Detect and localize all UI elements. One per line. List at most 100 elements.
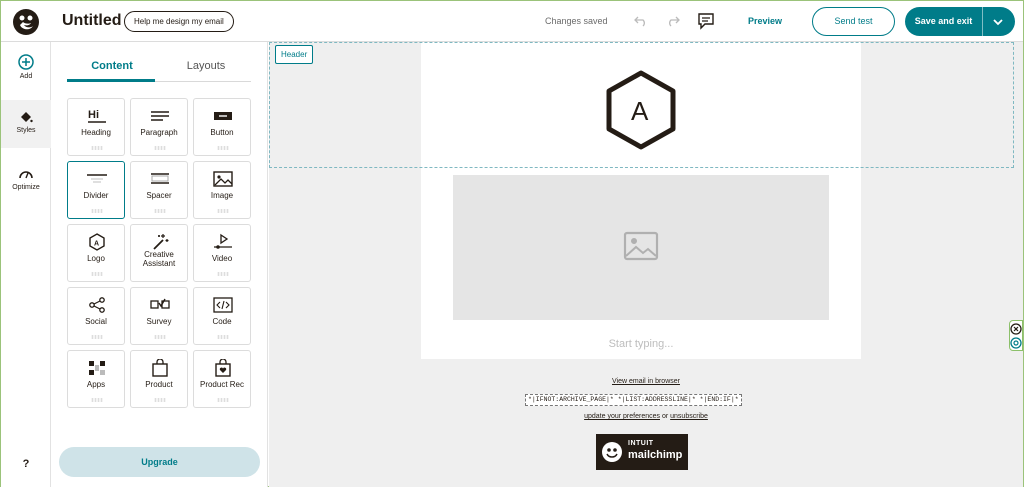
close-circle-icon[interactable] — [1010, 323, 1022, 335]
drag-handle[interactable] — [91, 335, 103, 339]
tab-content[interactable]: Content — [67, 60, 157, 72]
mailchimp-badge[interactable]: INTUIT mailchimp — [596, 434, 688, 470]
drag-handle[interactable] — [91, 272, 103, 276]
block-survey[interactable]: Survey — [130, 287, 188, 345]
drag-handle[interactable] — [217, 272, 229, 276]
block-divider[interactable]: Divider — [67, 161, 125, 219]
shopping-bag-icon — [152, 359, 168, 377]
block-label: Survey — [146, 317, 172, 326]
block-heading[interactable]: Hi Heading — [67, 98, 125, 156]
view-in-browser-link[interactable]: View email in browser — [269, 378, 1023, 385]
block-label: Button — [210, 128, 234, 137]
rail-add[interactable]: Add — [1, 54, 51, 80]
gauge-icon — [19, 171, 33, 179]
block-logo[interactable]: A Logo — [67, 224, 125, 282]
header-section-tag[interactable]: Header — [275, 45, 314, 64]
drag-handle[interactable] — [91, 146, 103, 150]
checkbox-icon — [150, 298, 170, 309]
block-label: Divider — [83, 191, 109, 200]
block-button[interactable]: Button — [193, 98, 251, 156]
save-and-exit-button[interactable]: Save and exit — [905, 7, 1015, 36]
block-label: Apps — [86, 380, 106, 389]
view-in-browser-text[interactable]: View email in browser — [612, 378, 680, 385]
block-label: Heading — [81, 128, 111, 137]
badge-brand: INTUIT — [628, 440, 654, 447]
block-paragraph[interactable]: Paragraph — [130, 98, 188, 156]
image-placeholder[interactable] — [453, 175, 829, 320]
block-spacer[interactable]: Spacer — [130, 161, 188, 219]
video-icon — [214, 233, 232, 249]
rail-optimize[interactable]: Optimize — [1, 167, 51, 191]
logo-hexagon-icon: A — [89, 233, 105, 251]
drag-handle[interactable] — [154, 209, 166, 213]
apps-grid-icon — [89, 361, 105, 375]
drag-handle[interactable] — [91, 398, 103, 402]
product-heart-icon — [215, 359, 231, 377]
side-panel-toggle[interactable] — [1009, 320, 1023, 351]
save-and-exit-label[interactable]: Save and exit — [905, 7, 982, 36]
drag-handle[interactable] — [217, 398, 229, 402]
block-code[interactable]: Code — [193, 287, 251, 345]
active-tab-indicator — [67, 79, 155, 82]
block-label: Social — [85, 317, 107, 326]
heading-icon: Hi — [88, 109, 106, 123]
block-label: Spacer — [146, 191, 172, 200]
help-button[interactable]: ? — [1, 458, 51, 470]
panel-tabs: Content Layouts — [67, 54, 251, 82]
drag-handle[interactable] — [154, 335, 166, 339]
preview-button[interactable]: Preview — [748, 16, 782, 26]
block-label: Paragraph — [140, 128, 178, 137]
drag-handle[interactable] — [154, 146, 166, 150]
chevron-down-icon[interactable] — [992, 16, 1004, 28]
help-design-button[interactable]: Help me design my email — [124, 11, 234, 32]
code-icon — [213, 297, 233, 313]
settings-circle-icon[interactable] — [1010, 337, 1022, 349]
top-bar: Untitled Help me design my email Changes… — [1, 1, 1023, 42]
campaign-title[interactable]: Untitled — [62, 12, 122, 30]
button-icon — [214, 112, 232, 120]
block-label: Product — [145, 380, 173, 389]
block-label: Code — [212, 317, 232, 326]
block-label: Video — [211, 254, 233, 263]
block-image[interactable]: Image — [193, 161, 251, 219]
rail-styles-label: Styles — [16, 127, 36, 134]
block-apps[interactable]: Apps — [67, 350, 125, 408]
block-product[interactable]: Product — [130, 350, 188, 408]
drag-handle[interactable] — [154, 398, 166, 402]
block-product-rec[interactable]: Product Rec — [193, 350, 251, 408]
badge-name: mailchimp — [628, 449, 683, 461]
unsubscribe-link[interactable]: unsubscribe — [670, 413, 708, 420]
upgrade-button[interactable]: Upgrade — [59, 447, 260, 477]
spacer-icon — [151, 173, 169, 184]
left-rail: Add Styles Optimize ? — [1, 42, 51, 487]
drag-handle[interactable] — [217, 209, 229, 213]
block-label: Logo — [87, 254, 105, 263]
header-section[interactable]: Header — [269, 42, 1014, 168]
block-creative-assistant[interactable]: Creative Assistant — [130, 224, 188, 282]
block-social[interactable]: Social — [67, 287, 125, 345]
tab-layouts[interactable]: Layouts — [161, 60, 251, 72]
rail-styles[interactable]: Styles — [1, 100, 51, 148]
divider-icon — [87, 174, 107, 183]
block-video[interactable]: Video — [193, 224, 251, 282]
rail-add-label: Add — [19, 73, 33, 80]
comment-icon[interactable] — [697, 12, 715, 30]
undo-icon[interactable] — [634, 14, 648, 28]
button-divider — [982, 7, 983, 36]
block-label: Image — [210, 191, 234, 200]
freddie-logo-icon — [602, 442, 622, 462]
paint-bucket-icon — [21, 112, 33, 123]
redo-icon[interactable] — [666, 14, 680, 28]
send-test-button[interactable]: Send test — [812, 7, 895, 36]
drag-handle[interactable] — [217, 146, 229, 150]
text-block-placeholder[interactable]: Start typing... — [421, 338, 861, 350]
mailchimp-logo-icon[interactable] — [12, 8, 40, 36]
drag-handle[interactable] — [217, 335, 229, 339]
save-status: Changes saved — [545, 16, 608, 26]
rail-optimize-label: Optimize — [12, 184, 40, 191]
email-canvas: A Start typing... Header View email in b… — [269, 42, 1023, 487]
block-label: Creative Assistant — [142, 250, 176, 268]
update-preferences-link[interactable]: update your preferences — [584, 413, 660, 420]
drag-handle[interactable] — [91, 209, 103, 213]
or-text: or — [661, 413, 669, 420]
